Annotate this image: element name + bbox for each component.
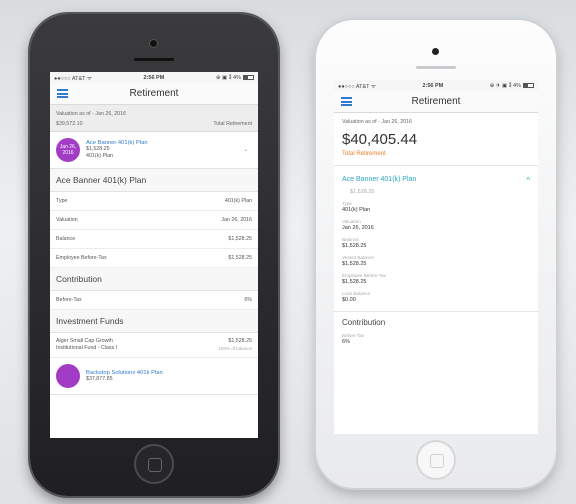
detail-label: Type [56, 198, 68, 204]
field: Vested Balance $1,528.25 [342, 255, 530, 267]
field-value: $0.00 [342, 297, 356, 303]
field-label: Before-Tax [342, 333, 365, 338]
home-button-icon[interactable] [134, 444, 174, 484]
field-label: Vested Balance [342, 255, 374, 260]
total-label: Total Retirement [213, 121, 252, 127]
field: Loan Balance $0.00 [342, 291, 530, 303]
page-title: Retirement [129, 88, 179, 99]
field-label: Employee Before-Tax [342, 273, 386, 278]
detail-value: Jan 26, 2016 [221, 217, 252, 223]
field: Type 401(k) Plan [342, 201, 530, 213]
field-label: Type [342, 201, 352, 206]
plan-card[interactable]: Jan 26, 2016 Ace Banner 401(k) Plan $1,5… [50, 132, 258, 169]
field-value: Jan 26, 2016 [342, 225, 374, 231]
speaker-grille [134, 58, 174, 61]
field-value: 6% [342, 339, 350, 345]
date-badge-line2: 2016 [62, 150, 74, 156]
status-time: 2:56 PM [143, 74, 165, 81]
date-badge: Jan 26, 2016 [56, 138, 80, 162]
contribution-title: Contribution [334, 311, 538, 327]
fund-value: $1,528.25 [228, 338, 252, 344]
status-indicators: ⊕ ✈ ▣ ⁑ 4% [489, 82, 521, 89]
menu-icon[interactable] [57, 89, 68, 98]
contribution-row: Before-Tax 6% [50, 291, 258, 310]
carrier-signal: ●●○○○ AT&T ᯤ [338, 83, 376, 90]
detail-label: Employee Before-Tax [56, 255, 107, 261]
field-label: Loan Balance [342, 291, 371, 296]
detail-label: Valuation [56, 217, 78, 223]
detail-row: Type 401(k) Plan [50, 192, 258, 211]
detail-label: Balance [56, 236, 76, 242]
field-label: Valuation [342, 219, 361, 224]
field: Valuation Jan 26, 2016 [342, 219, 530, 231]
chevron-up-icon[interactable]: ^ [526, 176, 530, 185]
fund-name: Alger Small Cap Growth [56, 338, 113, 344]
field: Before-Tax 6% [342, 333, 530, 345]
status-bar: ●●○○○ AT&T ᯤ 2:56 PM ⊕ ▣ ⁑ 4% [50, 72, 258, 83]
battery-icon [242, 74, 254, 80]
fund-share: 100% of balance [218, 346, 252, 351]
status-indicators: ⊕ ▣ ⁑ 4% [215, 74, 241, 81]
total-amount: $39,572.10 [56, 121, 83, 127]
dark-phone-screen: ●●○○○ AT&T ᯤ 2:56 PM ⊕ ▣ ⁑ 4% Retirement… [50, 72, 258, 438]
camera-icon [432, 48, 439, 55]
contribution-title: Contribution [50, 268, 258, 291]
plan-card[interactable]: Backstop Solutions 401k Plan $37,877.85 [50, 358, 258, 395]
valuation-date: Valuation as of - Jan 26, 2016 [342, 119, 412, 125]
status-bar: ●●○○○ AT&T ᯤ 2:56 PM ⊕ ✈ ▣ ⁑ 4% [334, 80, 538, 91]
contribution-label: Before-Tax [56, 297, 82, 303]
funds-title: Investment Funds [50, 310, 258, 333]
fund-row[interactable]: Alger Small Cap Growth Institutional Fun… [50, 333, 258, 358]
total-label: Total Retirement [342, 151, 386, 157]
detail-value: 401(k) Plan [224, 198, 252, 204]
valuation-date: Valuation as of - Jan 26, 2016 [56, 111, 126, 117]
detail-value: $1,528.25 [228, 236, 252, 242]
detail-row: Balance $1,528.25 [50, 230, 258, 249]
plan-name-link[interactable]: Backstop Solutions 401k Plan [86, 370, 163, 376]
field-value: $1,528.25 [342, 261, 367, 267]
chevron-down-icon[interactable]: ⌄ [243, 146, 248, 153]
retirement-body: Valuation as of - Jan 26, 2016 $40,405.4… [334, 113, 538, 351]
status-right: ⊕ ▣ ⁑ 4% [216, 75, 254, 81]
battery-icon [523, 82, 534, 88]
plan-type: 401(k) Plan [86, 153, 114, 159]
detail-row: Valuation Jan 26, 2016 [50, 211, 258, 230]
page-title: Retirement [411, 96, 461, 107]
plan-detail-title: Ace Banner 401(k) Plan [50, 169, 258, 192]
total-amount: $40,405.44 [342, 131, 418, 148]
plan-name-link[interactable]: Ace Banner 401(k) Plan [342, 176, 416, 185]
dark-phone-frame: ●●○○○ AT&T ᯤ 2:56 PM ⊕ ▣ ⁑ 4% Retirement… [30, 14, 278, 496]
date-badge [56, 364, 80, 388]
white-phone-frame: ●●○○○ AT&T ᯤ 2:56 PM ⊕ ✈ ▣ ⁑ 4% Retireme… [316, 20, 556, 488]
carrier-signal: ●●○○○ AT&T ᯤ [54, 75, 92, 82]
detail-value: $1,528.25 [228, 255, 252, 261]
field: Balance $1,528.25 [342, 237, 530, 249]
plan-balance: $1,528.25 [350, 189, 375, 195]
field-value: $1,528.25 [342, 243, 367, 249]
menu-icon[interactable] [341, 97, 352, 106]
nav-bar: Retirement [50, 83, 258, 105]
detail-row: Employee Before-Tax $1,528.25 [50, 249, 258, 268]
contribution-value: 6% [244, 297, 252, 303]
field-value: 401(k) Plan [342, 207, 371, 213]
plan-balance: $1,528.25 [86, 146, 110, 152]
field-value: $1,528.25 [342, 279, 367, 285]
white-phone-screen: ●●○○○ AT&T ᯤ 2:56 PM ⊕ ✈ ▣ ⁑ 4% Retireme… [334, 80, 538, 434]
field: Employee Before-Tax $1,528.25 [342, 273, 530, 285]
divider [334, 165, 538, 166]
field-label: Balance [342, 237, 359, 242]
speaker-grille [416, 66, 456, 69]
retirement-summary: Valuation as of - Jan 26, 2016 $39,572.1… [50, 105, 258, 132]
nav-bar: Retirement [334, 91, 538, 113]
plan-balance: $37,877.85 [86, 375, 113, 382]
plan-accordion-header[interactable]: Ace Banner 401(k) Plan ^ [342, 176, 530, 185]
home-button-icon[interactable] [416, 440, 456, 480]
status-right: ⊕ ✈ ▣ ⁑ 4% [490, 83, 534, 89]
status-time: 2:56 PM [422, 82, 444, 89]
camera-icon [150, 40, 157, 47]
fund-class: Institutional Fund - Class I [56, 345, 118, 351]
